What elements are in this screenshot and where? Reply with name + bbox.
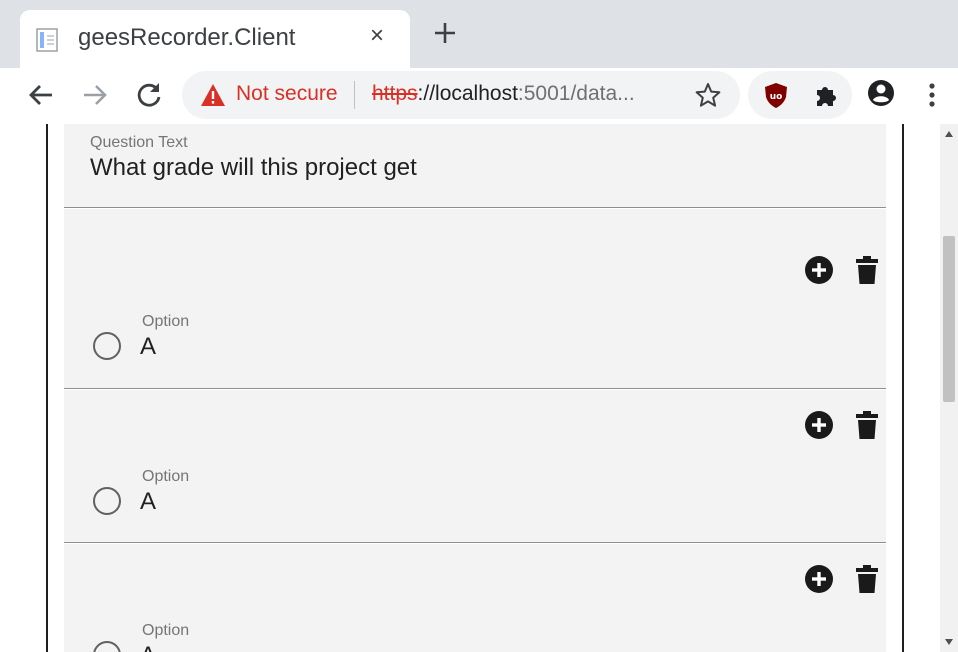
svg-text:uo: uo: [770, 92, 783, 102]
page-viewport: Question Text What grade will this proje…: [0, 124, 940, 652]
option-row: Option A: [64, 544, 886, 652]
scroll-up-arrow-icon[interactable]: [944, 130, 954, 138]
tab-close-button[interactable]: ×: [370, 24, 384, 48]
url-host: ://localhost: [417, 82, 518, 105]
url-text[interactable]: https://localhost:5001/data...: [372, 82, 635, 106]
omnibox-divider: [354, 81, 355, 109]
url-scheme: https: [372, 82, 418, 105]
address-bar[interactable]: Not secure https://localhost:5001/data..…: [182, 71, 740, 119]
question-text-value[interactable]: What grade will this project get: [90, 154, 417, 182]
reload-icon[interactable]: [132, 78, 166, 112]
warning-icon[interactable]: [200, 83, 226, 107]
not-secure-label[interactable]: Not secure: [236, 82, 338, 106]
add-option-icon[interactable]: [804, 255, 834, 285]
puzzle-icon[interactable]: [812, 81, 840, 109]
add-option-icon[interactable]: [804, 410, 834, 440]
tab-title: geesRecorder.Client: [78, 24, 296, 51]
ublock-origin-icon[interactable]: uo: [762, 81, 790, 109]
question-text-label: Question Text: [90, 134, 188, 151]
radio-button[interactable]: [92, 486, 122, 516]
option-label: Option: [142, 468, 190, 485]
back-arrow-icon[interactable]: [24, 78, 58, 112]
account-icon[interactable]: [866, 78, 896, 108]
delete-option-icon[interactable]: [856, 410, 878, 440]
forward-arrow-icon[interactable]: [78, 78, 112, 112]
delete-option-icon[interactable]: [856, 564, 878, 594]
option-label: Option: [142, 622, 190, 639]
tab-geesrecorder[interactable]: geesRecorder.Client ×: [20, 10, 410, 68]
option-row: Option A: [64, 209, 886, 389]
extensions-area: uo: [748, 71, 852, 119]
option-value[interactable]: A: [140, 333, 156, 361]
add-option-icon[interactable]: [804, 564, 834, 594]
option-label: Option: [142, 313, 190, 330]
browser-window: geesRecorder.Client × Not secure https:/…: [0, 0, 958, 652]
browser-toolbar: Not secure https://localhost:5001/data..…: [0, 68, 958, 124]
scrollbar-thumb[interactable]: [943, 236, 955, 402]
bookmark-star-icon[interactable]: [694, 81, 722, 109]
radio-button[interactable]: [92, 640, 122, 652]
option-row: Option A: [64, 390, 886, 543]
scroll-down-arrow-icon[interactable]: [944, 638, 954, 646]
option-value[interactable]: A: [140, 642, 156, 652]
url-path: :5001/data...: [517, 82, 635, 105]
tab-strip: geesRecorder.Client ×: [0, 0, 958, 68]
page-icon: [36, 28, 58, 52]
option-value[interactable]: A: [140, 488, 156, 516]
kebab-menu-icon[interactable]: [920, 78, 944, 112]
vertical-scrollbar[interactable]: [940, 124, 958, 652]
delete-option-icon[interactable]: [856, 255, 878, 285]
new-tab-button[interactable]: [430, 18, 460, 48]
radio-button[interactable]: [92, 331, 122, 361]
question-text-field[interactable]: Question Text What grade will this proje…: [64, 124, 886, 208]
